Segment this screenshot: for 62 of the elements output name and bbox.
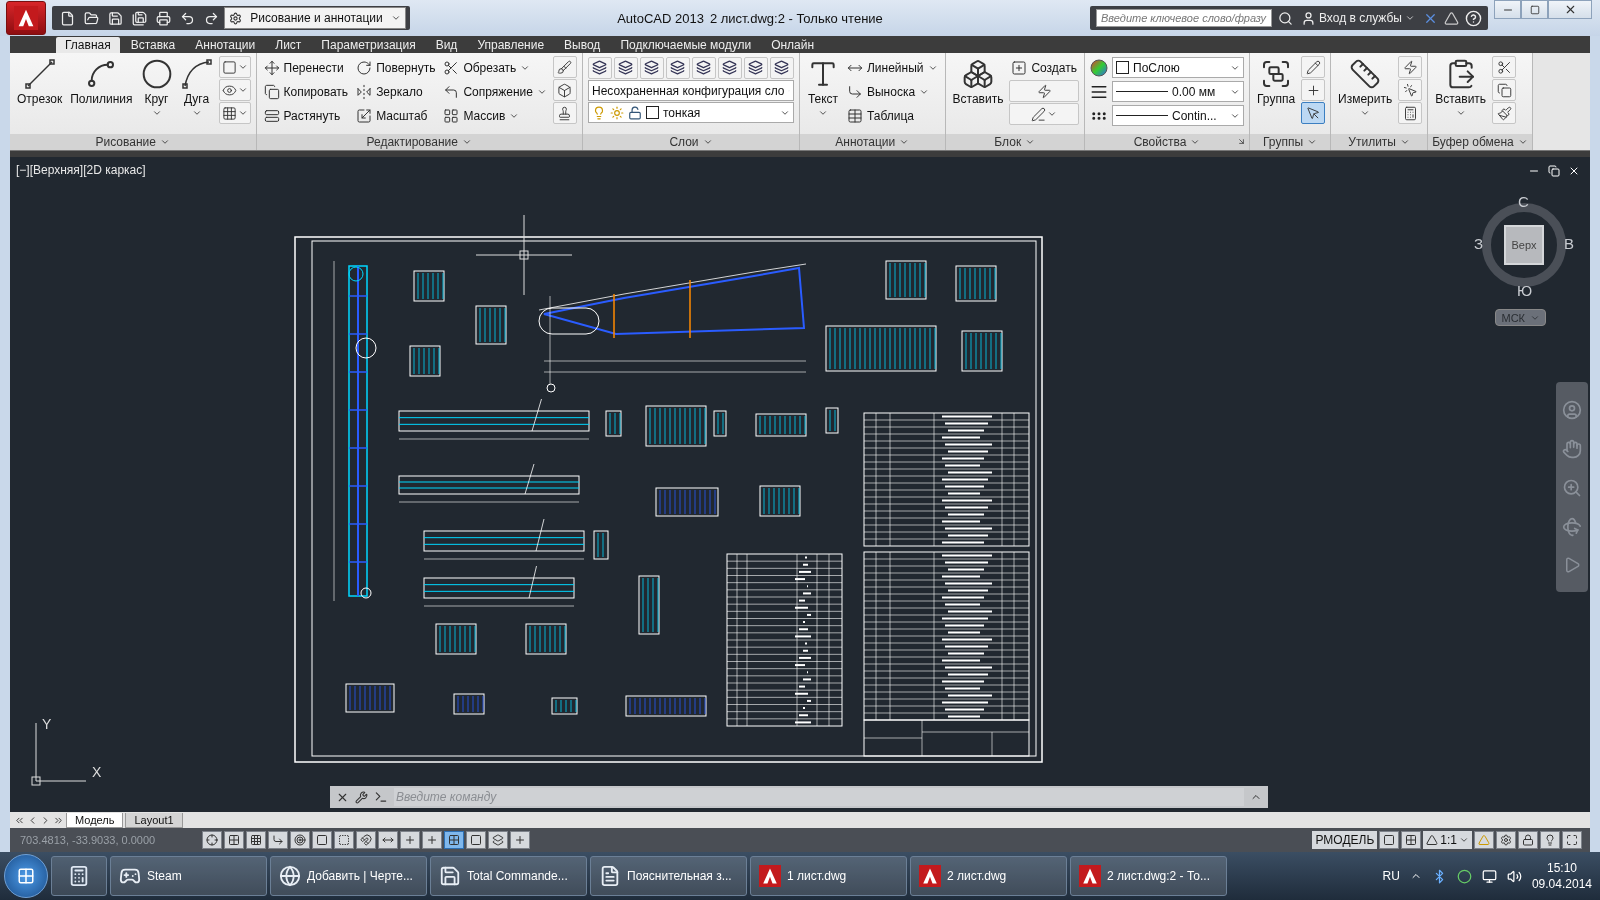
search-field[interactable]: Введите ключевое слово/фразу — [1096, 9, 1272, 27]
command-input[interactable]: Введите команду — [394, 788, 1244, 806]
ribbon-button[interactable]: Сопряжение — [441, 80, 549, 103]
ribbon-button[interactable]: Полилиния — [68, 56, 135, 130]
ribbon-button[interactable]: Копировать — [261, 80, 351, 103]
annotation-scale-button[interactable]: 1:1 — [1423, 831, 1472, 849]
taskbar-button[interactable]: Total Commande... — [430, 856, 587, 896]
sign-in-button[interactable]: Вход в службы — [1299, 10, 1417, 26]
ribbon-tab[interactable]: Аннотации — [186, 37, 265, 53]
layer-state-dropdown[interactable]: Несохраненная конфигурация сло — [588, 80, 794, 101]
layer-dropdown[interactable]: тонкая — [588, 102, 794, 123]
taskbar-button[interactable]: Пояснительная з... — [590, 856, 747, 896]
ribbon-button[interactable]: Обрезать — [441, 56, 549, 79]
ribbon-button[interactable]: Создать — [1009, 56, 1079, 79]
ribbon-tab[interactable]: Главная — [56, 37, 120, 53]
ribbon-button[interactable]: Таблица — [845, 104, 940, 127]
language-indicator: RU — [1382, 869, 1400, 883]
viewcube-face[interactable]: Верх — [1504, 225, 1544, 265]
compass-label: С — [1518, 193, 1529, 210]
ribbon-tab[interactable]: Управление — [468, 37, 554, 53]
compass-label: Ю — [1517, 282, 1533, 299]
layout-tab[interactable]: Layout1 — [125, 812, 183, 828]
taskbar-button[interactable]: 2 лист.dwg:2 - То... — [1070, 856, 1227, 896]
ribbon-tab[interactable]: Вставка — [121, 37, 185, 53]
ribbon-button[interactable]: Дуга — [178, 56, 215, 130]
clock-time: 15:10 — [1546, 861, 1577, 875]
ribbon-button[interactable]: Масштаб — [354, 104, 438, 127]
workspace-dropdown[interactable]: Рисование и аннотации — [224, 7, 406, 29]
taskbar-button[interactable]: Добавить | Черте... — [270, 856, 427, 896]
clock-date: 09.04.2014 — [1531, 877, 1592, 891]
ribbon-button[interactable]: Вставить — [950, 56, 1006, 130]
layout-tab[interactable]: Модель — [66, 812, 124, 828]
coordinates: 703.4813, -33.9033, 0.0000 — [20, 834, 157, 846]
ribbon-button[interactable]: Текст — [805, 56, 841, 130]
ribbon-button[interactable]: Зеркало — [354, 80, 438, 103]
ribbon-button[interactable]: Растянуть — [261, 104, 351, 127]
panel-title[interactable]: Буфер обмена — [1428, 135, 1532, 149]
ribbon-button[interactable]: Перенести — [261, 56, 351, 79]
ribbon-tab[interactable]: Лист — [266, 37, 311, 53]
ribbon-button[interactable]: Круг — [138, 56, 175, 130]
ribbon-button[interactable]: Повернуть — [354, 56, 438, 79]
viewport-label[interactable]: [−][Верхняя][2D каркас] — [16, 163, 146, 177]
app-title: AutoCAD 2013 — [617, 10, 704, 26]
linetype-dropdown[interactable]: Contin... — [1112, 105, 1244, 126]
ribbon-tab[interactable]: Параметризация — [312, 37, 425, 53]
document-title: 2 лист.dwg:2 - Только чтение — [709, 10, 883, 26]
taskbar-button[interactable]: Steam — [110, 856, 267, 896]
taskbar-button[interactable]: 2 лист.dwg — [910, 856, 1067, 896]
color-dropdown[interactable]: ПоСлою — [1112, 57, 1244, 78]
ribbon-button[interactable]: Выноска — [845, 80, 940, 103]
compass-label: В — [1564, 235, 1574, 252]
lineweight-dropdown[interactable]: 0.00 мм — [1112, 81, 1244, 102]
ribbon-tab[interactable]: Вид — [426, 37, 467, 53]
ribbon-button[interactable]: Линейный — [845, 56, 940, 79]
compass-label: З — [1474, 235, 1484, 252]
ribbon-tab[interactable]: Подключаемые модули — [611, 37, 761, 53]
model-space-button[interactable]: РМОДЕЛЬ — [1312, 831, 1378, 849]
taskbar-button[interactable]: 1 лист.dwg — [750, 856, 907, 896]
ribbon-tab[interactable]: Вывод — [555, 37, 610, 53]
ribbon-tab[interactable]: Онлайн — [762, 37, 824, 53]
ribbon-button[interactable]: Отрезок — [15, 56, 65, 130]
ribbon-button[interactable]: Массив — [441, 104, 549, 127]
